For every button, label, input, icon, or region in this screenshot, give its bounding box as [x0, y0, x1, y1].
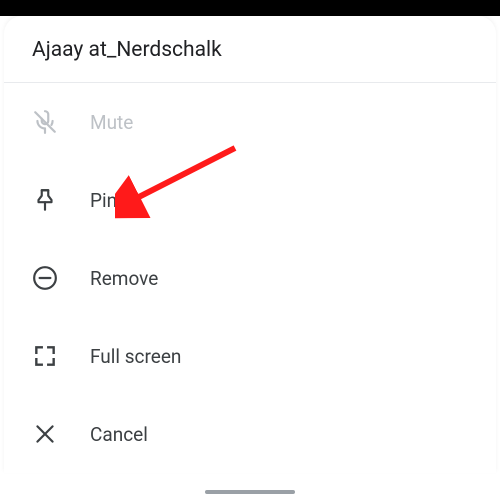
home-indicator: [205, 490, 295, 494]
pin-icon: [32, 187, 58, 213]
action-sheet: Ajaay at_Nerdschalk Mute Pin: [4, 16, 496, 473]
menu-item-label: Remove: [90, 267, 158, 290]
menu-item-label: Cancel: [90, 423, 148, 446]
menu-item-pin[interactable]: Pin: [4, 161, 496, 239]
menu-item-label: Full screen: [90, 345, 181, 368]
menu-item-label: Mute: [90, 111, 133, 134]
menu-item-remove[interactable]: Remove: [4, 239, 496, 317]
remove-icon: [32, 265, 58, 291]
fullscreen-icon: [32, 343, 58, 369]
sheet-title: Ajaay at_Nerdschalk: [4, 16, 496, 82]
close-icon: [32, 421, 58, 447]
menu-item-mute: Mute: [4, 83, 496, 161]
mute-icon: [32, 109, 58, 135]
menu-item-cancel[interactable]: Cancel: [4, 395, 496, 473]
status-bar: [0, 0, 500, 16]
gesture-bar: [0, 488, 500, 500]
menu-item-fullscreen[interactable]: Full screen: [4, 317, 496, 395]
menu-item-label: Pin: [90, 189, 117, 212]
